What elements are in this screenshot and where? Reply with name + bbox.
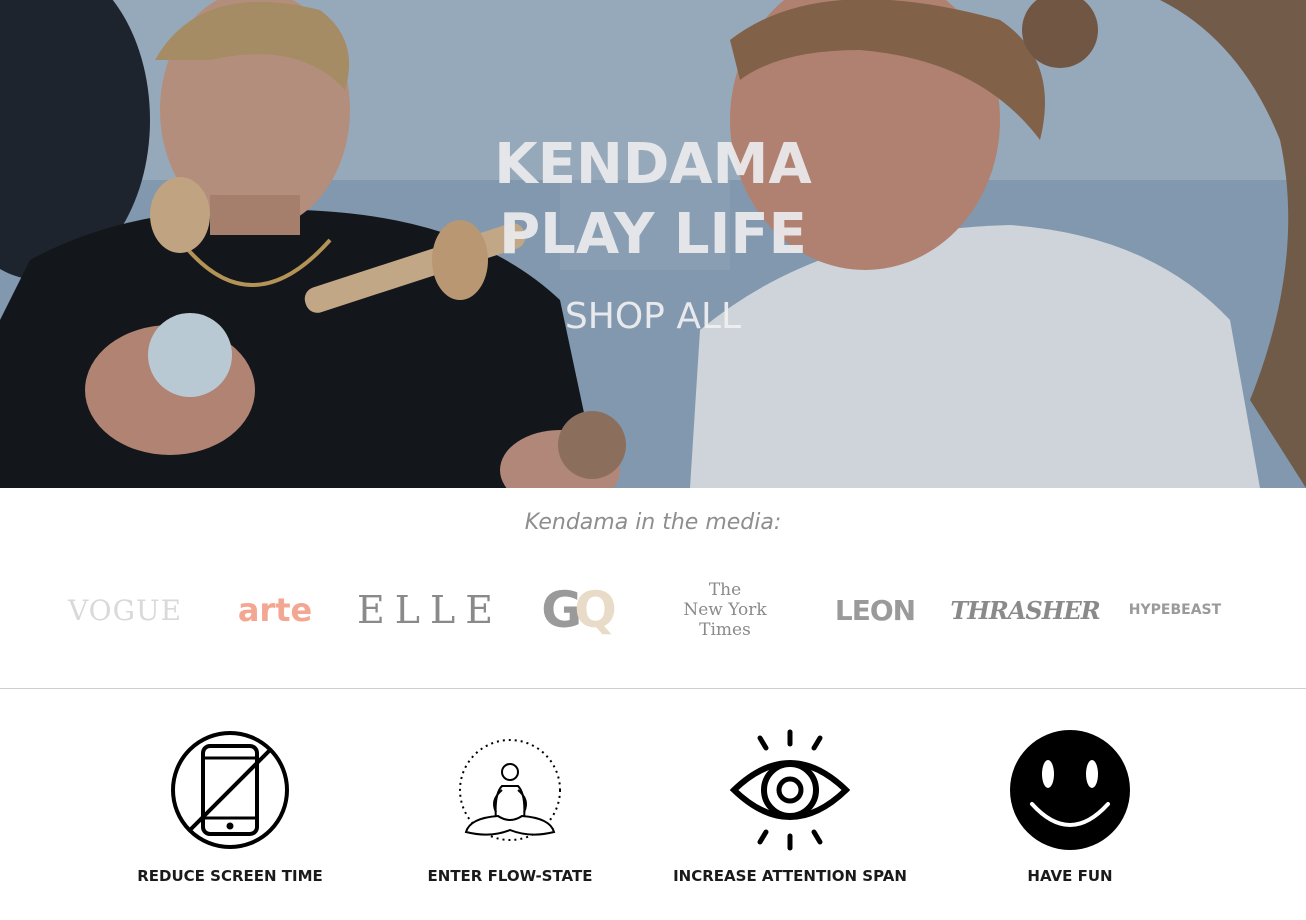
nyt-logo-line: New York (683, 600, 767, 620)
benefit-label: INCREASE ATTENTION SPAN (673, 867, 907, 885)
arte-logo: arte (237, 591, 313, 629)
elle-logo: ELLE (357, 588, 503, 632)
meditation-icon (459, 739, 561, 841)
nyt-logo-line: Times (699, 620, 751, 640)
no-phone-icon (171, 731, 289, 849)
smiley-face-icon (1010, 730, 1130, 850)
hero-title-line1: KENDAMA (494, 132, 812, 197)
gq-logo-q: Q (574, 581, 616, 639)
benefit-label: HAVE FUN (1027, 867, 1113, 885)
hero-banner: KENDAMA PLAY LIFE SHOP ALL (0, 0, 1306, 488)
nyt-logo-line: The (708, 580, 742, 600)
benefit-label: ENTER FLOW-STATE (427, 867, 593, 885)
eye-icon (730, 729, 850, 851)
media-heading: Kendama in the media: (524, 510, 782, 535)
gq-logo: GQ (520, 580, 630, 640)
leon-logo: LEON (834, 593, 916, 627)
gq-logo-g: G (541, 581, 582, 639)
hypebeast-logo: HYPEBEAST (1128, 602, 1222, 618)
thrasher-logo: THRASHER (950, 595, 1100, 625)
hero-title-line2: PLAY LIFE (499, 202, 807, 267)
benefit-label: REDUCE SCREEN TIME (137, 867, 323, 885)
shop-all-link[interactable]: SHOP ALL (553, 290, 753, 344)
vogue-logo: VOGUE (67, 593, 183, 627)
nyt-logo: The New York Times (670, 580, 780, 640)
section-divider (0, 688, 1306, 689)
